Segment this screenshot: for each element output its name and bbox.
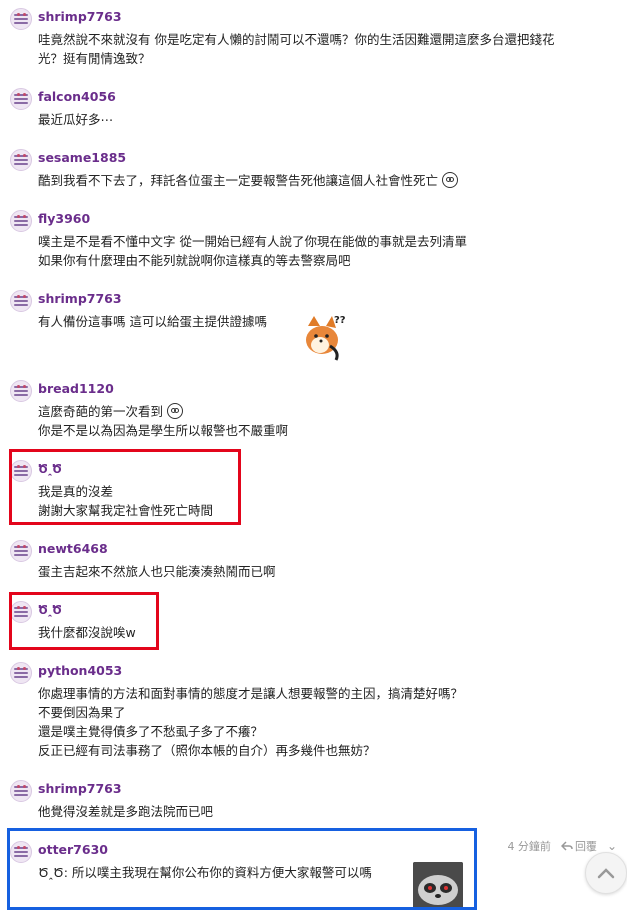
avatar[interactable] <box>10 290 32 312</box>
reply-button[interactable]: 回覆 <box>560 838 597 854</box>
comment-text: 這麼奇葩的第一次看到 你是不是以為因為是學生所以報警也不嚴重啊 <box>38 403 289 438</box>
reply-icon <box>560 841 573 851</box>
highlight-box <box>9 449 241 525</box>
avatar[interactable] <box>10 88 32 110</box>
avatar[interactable] <box>10 210 32 232</box>
scroll-to-top-button[interactable] <box>585 852 627 894</box>
username[interactable]: shrimp7763 <box>38 9 122 24</box>
svg-text:??: ?? <box>334 315 346 326</box>
highlight-box <box>7 828 477 910</box>
timestamp: 4 分鐘前 <box>507 840 551 853</box>
chevron-up-icon <box>597 868 615 879</box>
username[interactable]: shrimp7763 <box>38 291 122 306</box>
comment-text: 酷到我看不下去了，拜託各位蛋主一定要報警告死他讓這個人社會性死亡 <box>38 171 459 190</box>
avatar[interactable] <box>10 662 32 684</box>
emoji-icon <box>442 172 459 188</box>
comment-text: 他覺得沒差就是多跑法院而已吧 <box>38 804 214 819</box>
comment-text: 最近瓜好多⋯ <box>38 112 114 127</box>
username[interactable]: newt6468 <box>38 541 108 556</box>
avatar[interactable] <box>10 540 32 562</box>
username[interactable]: python4053 <box>38 663 122 678</box>
username[interactable]: sesame1885 <box>38 150 126 165</box>
chevron-down-icon[interactable]: ⌄ <box>607 839 617 853</box>
comment-text: 你處理事情的方法和面對事情的態度才是讓人想要報警的主因，搞清楚好嗎？ 不要倒因為果… <box>38 686 464 758</box>
avatar[interactable] <box>10 8 32 30</box>
highlight-box <box>9 592 159 650</box>
fox-sticker-icon: ?? <box>306 315 346 361</box>
avatar[interactable] <box>10 149 32 171</box>
username[interactable]: fly3960 <box>38 211 90 226</box>
avatar[interactable] <box>10 380 32 402</box>
comment-text: 有人備份這事嗎 這可以給蛋主提供證據嗎 <box>38 314 267 329</box>
username[interactable]: shrimp7763 <box>38 781 122 796</box>
comment-text: 蛋主吉起來不然旅人也只能湊湊熱鬧而已啊 <box>38 564 276 579</box>
username[interactable]: bread1120 <box>38 381 114 396</box>
emoji-icon <box>167 403 184 419</box>
avatar[interactable] <box>10 780 32 802</box>
comment-text: 哇竟然說不來就沒有 你是吃定有人懶的討鬧可以不還嗎？你的生活因難還開這麼多台還把… <box>38 32 555 66</box>
comment-text: 噗主是不是看不懂中文字 從一開始已經有人說了你現在能做的事就是去列清單 如果你有什… <box>38 234 467 268</box>
reply-label: 回覆 <box>574 840 597 853</box>
username[interactable]: falcon4056 <box>38 89 116 104</box>
